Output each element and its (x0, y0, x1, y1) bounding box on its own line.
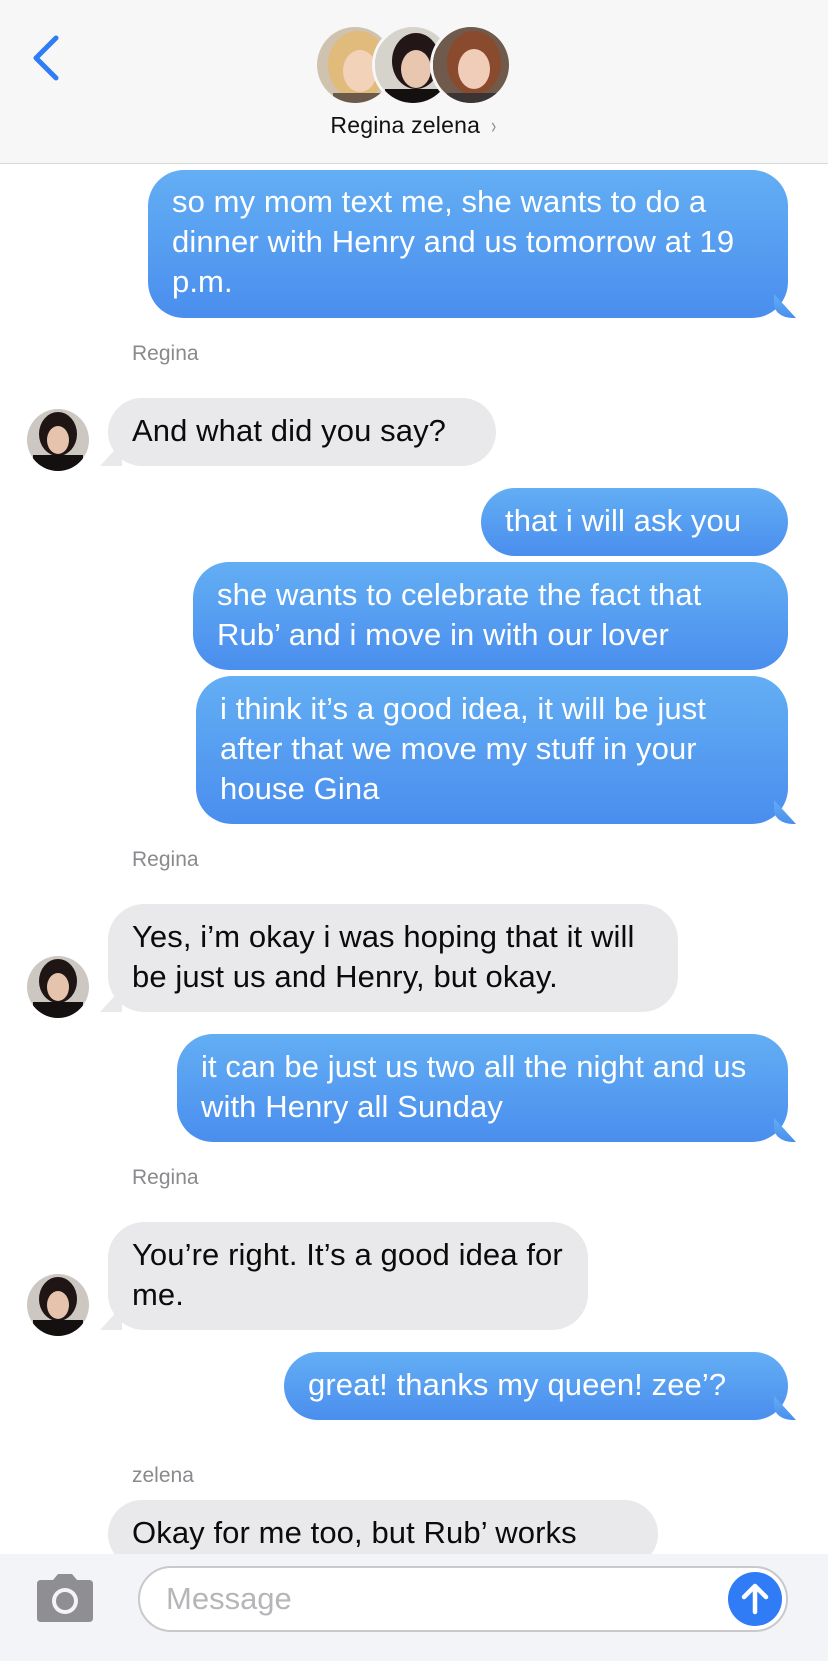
outgoing-message[interactable]: she wants to celebrate the fact that Rub… (193, 562, 788, 670)
message-text: great! thanks my queen! zee’? (308, 1367, 727, 1402)
group-avatars[interactable] (314, 24, 514, 106)
message-text: i think it’s a good idea, it will be jus… (220, 691, 707, 806)
message-text: so my mom text me, she wants to do a din… (172, 184, 735, 299)
message-text: And what did you say? (132, 413, 447, 448)
send-button[interactable] (728, 1572, 782, 1626)
message-text: Okay for me too, but Rub’ works (132, 1515, 577, 1550)
conversation-name[interactable]: Regina zelena (330, 112, 480, 138)
message-text: that i will ask you (505, 503, 742, 538)
camera-button[interactable] (33, 1572, 97, 1624)
sender-name: Regina (132, 342, 199, 365)
outgoing-message[interactable]: that i will ask you (481, 488, 788, 556)
message-thread[interactable]: so my mom text me, she wants to do a din… (0, 164, 828, 1554)
avatar[interactable] (27, 409, 89, 471)
avatar[interactable] (27, 1274, 89, 1336)
conversation-title[interactable]: Regina zelena › (0, 112, 828, 139)
incoming-message[interactable]: And what did you say? (108, 398, 496, 466)
incoming-message[interactable]: You’re right. It’s a good idea for me. (108, 1222, 588, 1330)
participant-avatar[interactable] (430, 24, 512, 106)
message-text: she wants to celebrate the fact that Rub… (217, 577, 702, 652)
message-text: Yes, i’m okay i was hoping that it will … (132, 919, 635, 994)
message-text: You’re right. It’s a good idea for me. (132, 1237, 563, 1312)
incoming-message[interactable]: Okay for me too, but Rub’ works (108, 1500, 658, 1554)
conversation-header: Regina zelena › (0, 0, 828, 164)
sender-name: Regina (132, 848, 199, 871)
message-text: it can be just us two all the night and … (201, 1049, 747, 1124)
camera-icon (37, 1574, 93, 1622)
message-input[interactable] (138, 1566, 788, 1632)
avatar[interactable] (27, 956, 89, 1018)
chevron-right-icon: › (491, 113, 497, 138)
sender-name: zelena (132, 1464, 194, 1487)
outgoing-message[interactable]: so my mom text me, she wants to do a din… (148, 170, 788, 318)
outgoing-message[interactable]: i think it’s a good idea, it will be jus… (196, 676, 788, 824)
arrow-up-icon (741, 1583, 769, 1615)
chevron-left-icon (33, 35, 59, 81)
outgoing-message[interactable]: great! thanks my queen! zee’? (284, 1352, 788, 1420)
sender-name: Regina (132, 1166, 199, 1189)
outgoing-message[interactable]: it can be just us two all the night and … (177, 1034, 788, 1142)
incoming-message[interactable]: Yes, i’m okay i was hoping that it will … (108, 904, 678, 1012)
compose-bar (0, 1554, 828, 1661)
back-button[interactable] (28, 30, 68, 86)
